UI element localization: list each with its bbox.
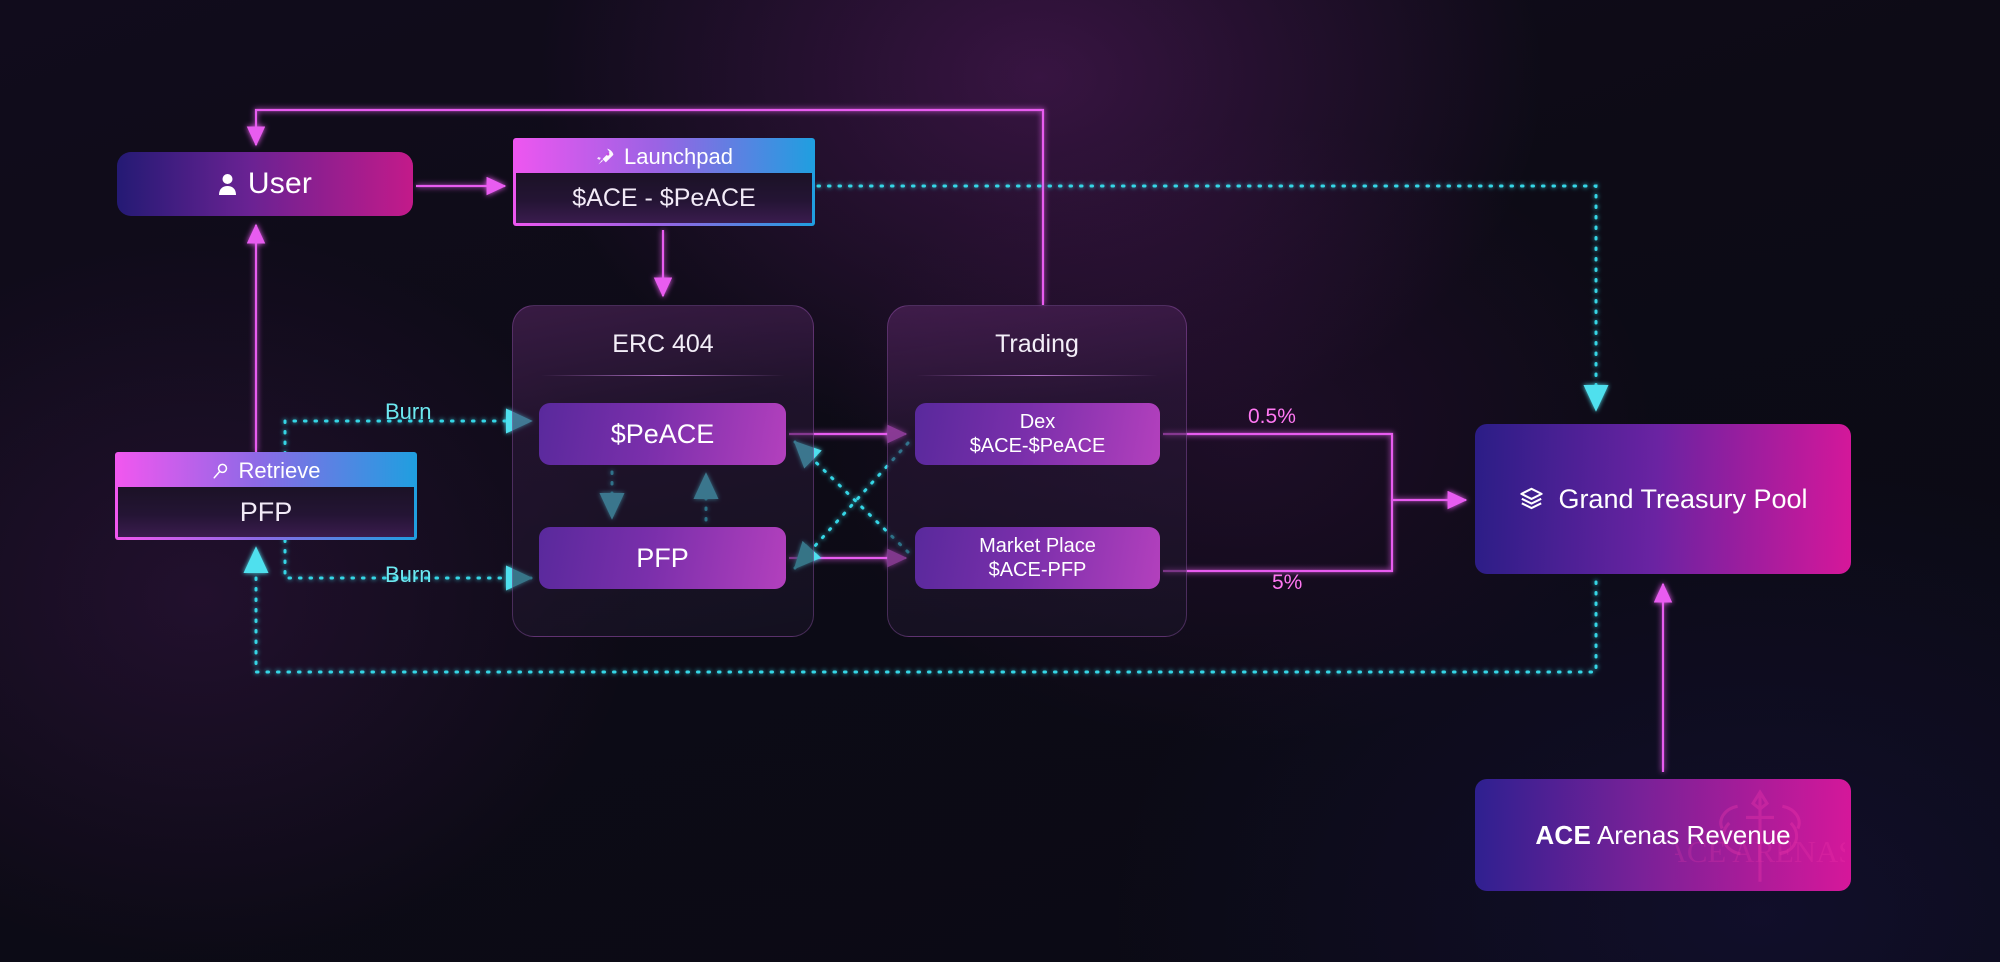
group-erc404-title: ERC 404 [612, 330, 714, 358]
node-ace-arenas-revenue[interactable]: ACE ARENAS ACE Arenas Revenue [1475, 779, 1851, 891]
person-icon [218, 173, 236, 195]
node-launchpad[interactable]: Launchpad $ACE - $PeACE [513, 138, 815, 226]
node-retrieve-pfp[interactable]: Retrieve PFP [115, 452, 417, 540]
launchpad-body-label: $ACE - $PeACE [516, 173, 812, 223]
node-pfp-label: PFP [636, 542, 689, 573]
node-grand-treasury-pool[interactable]: Grand Treasury Pool [1475, 424, 1851, 574]
node-marketplace-line2: $ACE-PFP [988, 559, 1087, 581]
node-arena-label-bold: ACE [1535, 819, 1592, 850]
retrieve-header: Retrieve [118, 455, 414, 487]
edge-dex-fee-to-treasury [1163, 432, 1468, 510]
label-fee-marketplace: 5% [1272, 571, 1303, 594]
node-dex-line2: $ACE-$PeACE [969, 435, 1106, 457]
retrieve-header-label: Retrieve [238, 458, 321, 483]
group-trading-title: Trading [995, 330, 1079, 358]
launchpad-header-label: Launchpad [624, 144, 733, 169]
group-erc404-divider [541, 375, 785, 376]
node-arena-label-rest: Arenas Revenue [1591, 819, 1791, 850]
label-burn-top: Burn [385, 399, 432, 424]
node-dex[interactable]: Dex $ACE-$PeACE [915, 403, 1160, 465]
label-fee-dex: 0.5% [1248, 405, 1296, 428]
node-marketplace-line1: Market Place [979, 535, 1096, 557]
retrieve-body-label: PFP [118, 487, 414, 537]
magnifier-icon [213, 463, 227, 479]
rocket-icon [597, 148, 614, 165]
node-treasury-label: Grand Treasury Pool [1558, 483, 1808, 514]
node-peace-label: $PeACE [610, 418, 715, 449]
node-pfp[interactable]: PFP [539, 527, 786, 589]
node-user[interactable]: User [117, 152, 413, 216]
node-marketplace[interactable]: Market Place $ACE-PFP [915, 527, 1160, 589]
group-trading-divider [916, 375, 1158, 376]
node-dex-line1: Dex [1019, 411, 1056, 433]
node-user-label: User [247, 167, 313, 200]
layers-icon [1520, 487, 1544, 509]
node-peace[interactable]: $PeACE [539, 403, 786, 465]
edge-marketplace-fee-to-treasury [1163, 500, 1394, 573]
launchpad-header: Launchpad [516, 141, 812, 173]
label-burn-bottom: Burn [385, 562, 432, 587]
diagram-canvas: User Launchpad $ACE - $PeACE Retrieve PF… [0, 0, 2000, 962]
